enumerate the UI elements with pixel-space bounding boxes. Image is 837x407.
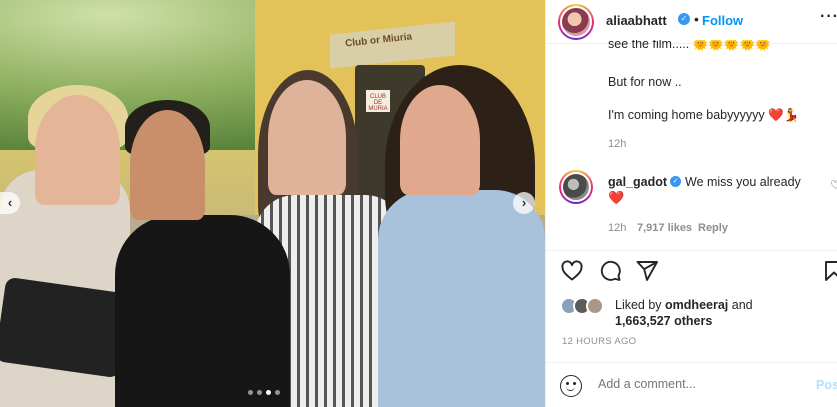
commenter-avatar[interactable] <box>559 170 593 204</box>
more-options-icon[interactable]: ··· <box>820 8 837 26</box>
comment-heart-emoji: ❤️ <box>608 190 625 205</box>
author-avatar-image <box>560 6 592 38</box>
comment-likes-count[interactable]: 7,917 likes <box>637 222 692 234</box>
liked-by-prefix: Liked by <box>615 298 662 312</box>
comment-like-heart-icon[interactable]: ♡ <box>830 178 837 192</box>
liker-avatar[interactable] <box>586 297 604 315</box>
caption-line-2: But for now .. <box>608 75 682 89</box>
commenter-avatar-image <box>561 172 591 202</box>
comment-input[interactable] <box>598 377 798 391</box>
carousel-next-button[interactable]: › <box>513 192 535 214</box>
photo-door-sign: CLUB DE MURIA <box>366 90 390 112</box>
post-comment-button[interactable]: Post <box>816 378 837 392</box>
bookmark-icon[interactable] <box>822 259 837 283</box>
emoji-picker-icon[interactable] <box>560 375 582 397</box>
comment-time[interactable]: 12h <box>608 222 626 234</box>
photo-person-4-body <box>378 190 545 407</box>
carousel-dots <box>248 390 280 395</box>
photo-person-1-face <box>35 95 120 205</box>
liked-by-row: Liked by omdheeraj and 1,663,527 others <box>560 295 830 331</box>
header-separator: • <box>694 11 699 27</box>
author-username[interactable]: aliaabhatt <box>606 13 667 28</box>
carousel-dot <box>248 390 253 395</box>
liked-by-user[interactable]: omdheeraj <box>665 298 728 312</box>
add-comment-bar: Post <box>546 362 837 407</box>
comment-icon[interactable] <box>598 259 622 283</box>
carousel-dot-active <box>266 390 271 395</box>
post-actions-bar <box>546 250 837 290</box>
share-icon[interactable] <box>635 259 659 283</box>
photo-person-2-face <box>130 110 205 220</box>
author-avatar[interactable] <box>558 4 594 40</box>
caption-line-partial-text: see the film..... 🌞🌞🌞🌞🌞 <box>608 40 771 51</box>
caption-line-3-text: I'm coming home babyyyyyy <box>608 108 765 122</box>
post-media[interactable]: Club or Miuria CLUB DE MURIA ‹ › <box>0 0 545 407</box>
photo-person-4-face <box>400 85 480 195</box>
heart-icon[interactable] <box>560 259 584 283</box>
liked-by-and: and <box>731 298 753 312</box>
liked-by-text: Liked by omdheeraj and 1,663,527 others <box>615 297 753 329</box>
commenter-username[interactable]: gal_gadot <box>608 175 667 189</box>
liked-by-others[interactable]: 1,663,527 others <box>615 314 712 328</box>
caption-emojis: ❤️💃 <box>768 108 800 122</box>
carousel-dot <box>257 390 262 395</box>
caption-time[interactable]: 12h <box>608 138 626 150</box>
photo-tablet <box>0 276 131 379</box>
post-side-panel: aliaabhatt ✓ • Follow ··· see the film..… <box>545 0 837 407</box>
comment-text: We miss you already <box>685 175 801 189</box>
caption-line-3: I'm coming home babyyyyyy ❤️💃 <box>608 108 799 123</box>
photo-person-3-face <box>268 80 346 195</box>
caption-line-partial: see the film..... 🌞🌞🌞🌞🌞 <box>608 40 771 54</box>
post-timestamp[interactable]: 12 HOURS AGO <box>562 336 636 347</box>
carousel-dot <box>275 390 280 395</box>
photo-person-2-body <box>115 215 290 407</box>
commenter-verified-icon: ✓ <box>670 176 681 187</box>
follow-button[interactable]: Follow <box>702 13 743 28</box>
comment-reply-button[interactable]: Reply <box>698 222 728 234</box>
verified-badge-icon: ✓ <box>678 13 690 25</box>
post-header: aliaabhatt ✓ • Follow ··· <box>546 0 837 44</box>
